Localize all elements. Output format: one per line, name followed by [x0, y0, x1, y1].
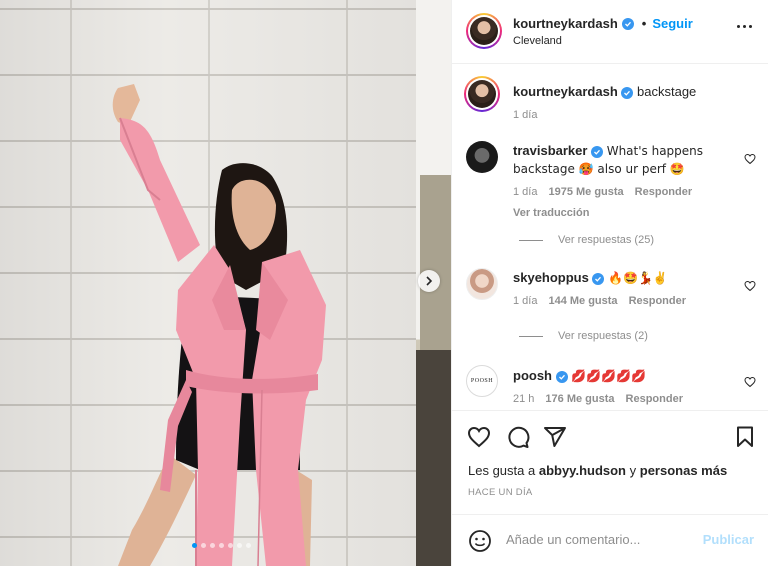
post-media[interactable] — [0, 0, 451, 566]
verified-icon — [591, 146, 604, 158]
verified-icon — [621, 87, 634, 99]
post-details-panel: kourtneykardash • Seguir Cleveland kourt… — [451, 0, 768, 566]
add-comment-bar: Publicar — [452, 514, 768, 566]
comment-username[interactable]: travisbarker — [513, 143, 587, 158]
comment-avatar[interactable] — [466, 141, 498, 173]
post-header: kourtneykardash • Seguir Cleveland — [452, 0, 768, 64]
heart-icon[interactable] — [744, 280, 756, 292]
carousel-dot — [210, 543, 215, 548]
comment-avatar[interactable]: POOSH — [466, 365, 498, 397]
carousel-indicator — [192, 543, 251, 548]
liked-by-user[interactable]: abbyy.hudson — [539, 463, 626, 478]
bookmark-icon[interactable] — [733, 425, 757, 449]
comment-time[interactable]: 1 día — [513, 293, 537, 310]
header-separator: • — [641, 16, 647, 31]
post-location[interactable]: Cleveland — [513, 35, 562, 47]
author-username[interactable]: kourtneykardash — [513, 16, 618, 31]
comment-avatar[interactable] — [466, 268, 498, 300]
post-photo-woman-pink-coat — [112, 84, 326, 566]
caption-text: backstage — [637, 84, 697, 99]
heart-icon[interactable] — [744, 376, 756, 388]
comment-time[interactable]: 1 día — [513, 184, 537, 201]
view-replies-button[interactable]: Ver respuestas (2) — [519, 330, 648, 342]
comment-icon[interactable] — [506, 425, 530, 449]
comment-text: 💋💋💋💋💋 — [571, 369, 646, 383]
caption-username[interactable]: kourtneykardash — [513, 84, 618, 99]
carousel-dot — [192, 543, 197, 548]
carousel-dot — [246, 543, 251, 548]
reply-button[interactable]: Responder — [635, 184, 692, 201]
comment-likes[interactable]: 1975 Me gusta — [548, 184, 623, 201]
emoji-icon[interactable] — [468, 529, 492, 553]
heart-icon[interactable] — [744, 153, 756, 165]
verified-icon — [621, 17, 634, 30]
comments-list[interactable]: kourtneykardash backstage 1 día travisba… — [452, 65, 768, 410]
comment-likes[interactable]: 176 Me gusta — [545, 391, 614, 408]
comment-text: 🔥🤩💃✌️ — [608, 271, 668, 285]
carousel-dot — [219, 543, 224, 548]
verified-icon — [555, 371, 568, 383]
comment-time[interactable]: 21 h — [513, 391, 534, 408]
follow-button[interactable]: Seguir — [652, 16, 692, 31]
caption-time[interactable]: 1 día — [513, 107, 537, 124]
caption-avatar[interactable] — [464, 76, 500, 112]
post-timestamp[interactable]: HACE UN DÍA — [468, 487, 533, 498]
carousel-dot — [228, 543, 233, 548]
carousel-dot — [201, 543, 206, 548]
carousel-next-button[interactable] — [418, 270, 440, 292]
share-icon[interactable] — [543, 425, 567, 449]
comment-likes[interactable]: 144 Me gusta — [548, 293, 617, 310]
reply-button[interactable]: Responder — [626, 391, 683, 408]
more-icon[interactable] — [737, 25, 752, 28]
reply-button[interactable]: Responder — [629, 293, 686, 310]
author-avatar[interactable] — [466, 13, 502, 49]
view-replies-button[interactable]: Ver respuestas (25) — [519, 234, 654, 246]
verified-icon — [592, 273, 605, 285]
carousel-dot — [237, 543, 242, 548]
add-comment-input[interactable] — [506, 532, 686, 547]
publish-button[interactable]: Publicar — [703, 532, 754, 547]
heart-icon[interactable] — [467, 425, 491, 449]
chevron-right-icon — [426, 276, 433, 286]
comment-username[interactable]: skyehoppus — [513, 270, 589, 285]
post-actions-bar — [452, 410, 768, 460]
likes-summary: Les gusta a abbyy.hudson y personas más — [468, 463, 728, 478]
translate-link[interactable]: Ver traducción — [513, 205, 738, 222]
poosh-logo: POOSH — [470, 378, 494, 384]
likes-others-link[interactable]: personas más — [640, 463, 727, 478]
comment-username[interactable]: poosh — [513, 368, 552, 383]
